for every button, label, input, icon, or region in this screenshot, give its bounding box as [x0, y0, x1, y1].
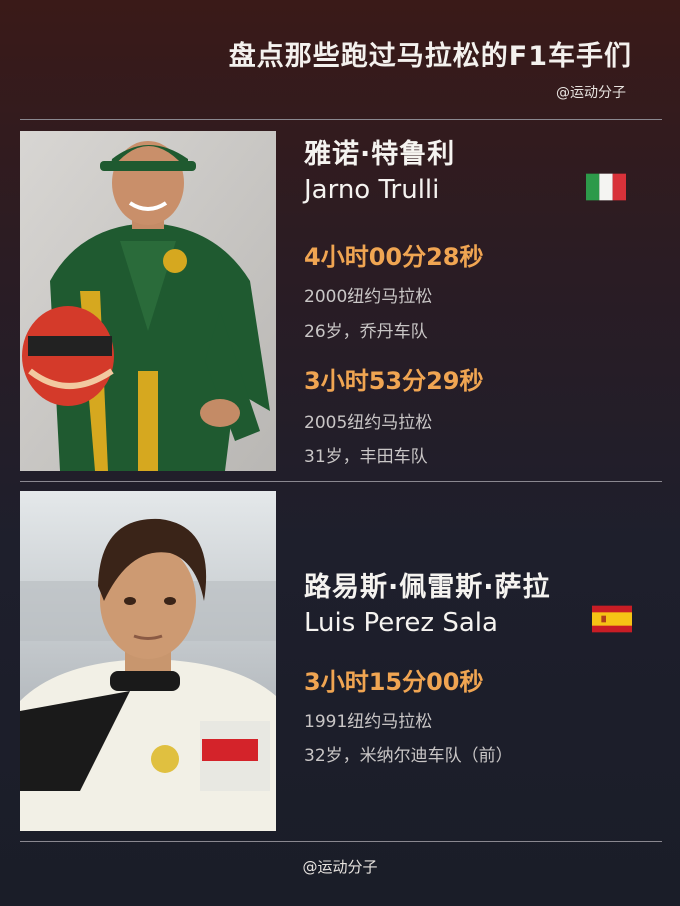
- marathon-race: 2005纽约马拉松: [304, 413, 433, 433]
- footer-handle: @运动分子: [302, 858, 378, 876]
- driver-detail: 26岁，乔丹车队: [304, 322, 428, 342]
- marathon-time: 4小时00分28秒: [304, 243, 484, 271]
- driver-photo-trulli: [20, 131, 276, 471]
- marathon-race: 1991纽约马拉松: [304, 712, 433, 732]
- driver-detail: 31岁，丰田车队: [304, 447, 428, 467]
- driver-name-en: Jarno Trulli: [304, 175, 440, 205]
- spain-flag-icon: [592, 605, 632, 633]
- divider: [20, 841, 662, 842]
- author-handle: @运动分子: [556, 85, 626, 101]
- driver-detail: 32岁，米纳尔迪车队（前）: [304, 746, 513, 766]
- driver-name-en: Luis Perez Sala: [304, 608, 498, 638]
- italy-flag-icon: [586, 173, 626, 201]
- driver-photo-sala: [20, 491, 276, 831]
- divider: [20, 119, 662, 120]
- driver-name-cn: 路易斯·佩雷斯·萨拉: [304, 572, 551, 603]
- marathon-race: 2000纽约马拉松: [304, 287, 433, 307]
- page-title: 盘点那些跑过马拉松的F1车手们: [228, 41, 632, 72]
- marathon-time: 3小时15分00秒: [304, 668, 484, 696]
- driver-name-cn: 雅诺·特鲁利: [304, 139, 456, 170]
- driver-info-trulli: 雅诺·特鲁利 Jarno Trulli: [304, 132, 455, 205]
- marathon-time: 3小时53分29秒: [304, 367, 484, 395]
- divider: [20, 481, 662, 482]
- driver-info-sala: 路易斯·佩雷斯·萨拉 Luis Perez Sala: [304, 565, 551, 638]
